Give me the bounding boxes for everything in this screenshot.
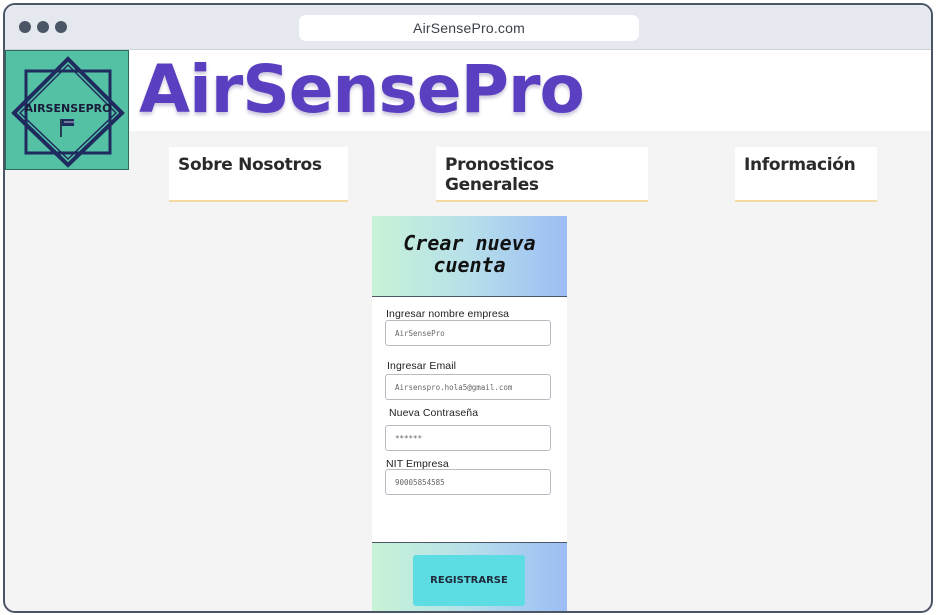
dot-icon[interactable] [19,21,31,33]
form-title: Crear nueva cuenta [403,232,535,280]
window-controls-icon[interactable] [19,21,67,33]
browser-window: AirSensePro.com AIRSENSEPRO AirSensePro … [3,3,933,613]
signup-form: Crear nueva cuenta Ingresar nombre empre… [372,216,567,611]
email-input[interactable]: Airsenspro.hola5@gmail.com [385,374,551,400]
form-title-line2: cuenta [433,253,506,277]
register-button[interactable]: REGISTRARSE [413,555,525,606]
form-title-line1: Crear nueva [403,231,536,255]
site-logo[interactable]: AIRSENSEPRO [5,50,129,170]
company-name-label: Ingresar nombre empresa [386,308,510,320]
nav-informacion[interactable]: Información [735,147,877,202]
browser-toolbar: AirSensePro.com [5,5,931,50]
brand-title: AirSensePro [139,51,585,128]
form-header: Crear nueva cuenta [372,216,567,297]
email-label: Ingresar Email [387,360,457,372]
password-label: Nueva Contraseña [389,407,479,419]
company-name-input[interactable]: AirSensePro [385,320,551,346]
svg-text:AIRSENSEPRO: AIRSENSEPRO [24,102,111,115]
address-bar[interactable]: AirSensePro.com [299,15,639,41]
password-input[interactable]: ****** [385,425,551,451]
dot-icon[interactable] [37,21,49,33]
nit-input[interactable]: 90005854585 [385,469,551,495]
nav-sobre-nosotros[interactable]: Sobre Nosotros [169,147,348,202]
nav-pronosticos-generales[interactable]: Pronosticos Generales [436,147,648,202]
dot-icon[interactable] [55,21,67,33]
form-footer: REGISTRARSE [372,542,567,611]
logo-emblem-icon: AIRSENSEPRO [11,56,125,168]
